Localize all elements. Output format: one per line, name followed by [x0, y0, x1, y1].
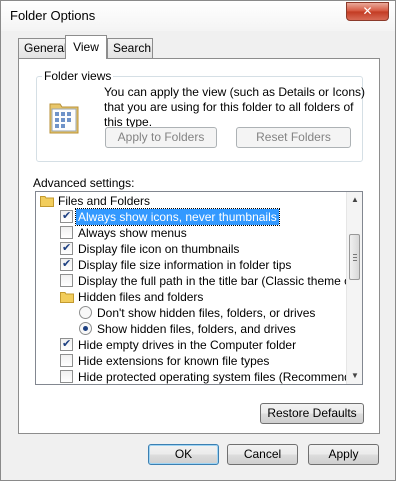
tab-general-label: General — [24, 41, 67, 55]
tab-view[interactable]: View — [65, 35, 107, 59]
tab-search[interactable]: Search — [107, 38, 153, 59]
setting-hide-protected-files[interactable]: Hide protected operating system files (R… — [36, 369, 347, 384]
setting-label: Display file size information in folder … — [78, 258, 292, 272]
display-file-icon-checkbox[interactable] — [60, 240, 73, 256]
tab-search-label: Search — [113, 41, 152, 55]
tree-item-label: Files and Folders — [58, 194, 151, 208]
always-show-icons-checkbox[interactable] — [60, 208, 73, 224]
folder-views-group: Folder views You can apply the view (suc… — [36, 69, 365, 162]
title-bar[interactable]: Folder Options ✕ — [1, 1, 395, 31]
tree-item-files-and-folders: Files and Folders — [36, 193, 347, 209]
folder-icon — [60, 292, 74, 303]
tree-item-hidden-files: Hidden files and folders — [36, 289, 347, 305]
hide-empty-drives-checkbox[interactable] — [60, 336, 73, 352]
apply-label: Apply — [328, 447, 359, 461]
reset-folders-button[interactable]: Reset Folders — [236, 127, 351, 148]
setting-label: Hide empty drives in the Computer folder — [78, 338, 297, 352]
apply-button[interactable]: Apply — [308, 444, 379, 465]
apply-to-folders-button[interactable]: Apply to Folders — [105, 127, 217, 148]
folder-options-dialog: Folder Options ✕ General View Search Fol… — [0, 0, 396, 481]
setting-label: Don't show hidden files, folders, or dri… — [97, 306, 316, 320]
folder-views-description: You can apply the view (such as Details … — [104, 85, 366, 129]
view-tab-panel: Folder views You can apply the view (suc… — [18, 58, 380, 434]
apply-to-folders-label: Apply to Folders — [117, 130, 205, 144]
setting-label: Show hidden files, folders, and drives — [97, 322, 296, 336]
setting-hide-empty-drives[interactable]: Hide empty drives in the Computer folder — [36, 336, 347, 353]
tree-scrollbar[interactable]: ▲ ▼ — [346, 192, 362, 384]
setting-display-file-icon[interactable]: Display file icon on thumbnails — [36, 240, 347, 257]
setting-label: Always show icons, never thumbnails — [75, 208, 280, 226]
advanced-settings-tree[interactable]: Files and Folders Always show icons, nev… — [35, 191, 363, 385]
display-full-path-checkbox[interactable] — [60, 274, 73, 287]
advanced-settings-title: Advanced settings: — [33, 176, 135, 190]
ok-button[interactable]: OK — [148, 444, 219, 465]
setting-label: Display the full path in the title bar (… — [78, 274, 347, 288]
hide-extensions-checkbox[interactable] — [60, 354, 73, 367]
setting-show-hidden[interactable]: Show hidden files, folders, and drives — [36, 321, 347, 337]
folder-view-icon — [49, 103, 79, 134]
scroll-thumb[interactable] — [349, 234, 360, 280]
close-button[interactable]: ✕ — [346, 2, 389, 21]
folder-icon — [40, 196, 54, 207]
cancel-label: Cancel — [243, 447, 282, 461]
setting-display-file-size[interactable]: Display file size information in folder … — [36, 256, 347, 273]
folder-views-title: Folder views — [42, 69, 114, 83]
close-icon: ✕ — [362, 4, 373, 18]
dont-show-hidden-radio[interactable] — [79, 306, 92, 319]
setting-always-show-menus[interactable]: Always show menus — [36, 225, 347, 241]
hide-protected-files-checkbox[interactable] — [60, 370, 73, 383]
setting-label: Hide extensions for known file types — [78, 354, 270, 368]
display-file-size-checkbox[interactable] — [60, 256, 73, 272]
setting-always-show-icons[interactable]: Always show icons, never thumbnails — [36, 208, 347, 226]
always-show-menus-checkbox[interactable] — [60, 226, 73, 239]
tab-view-label: View — [73, 40, 99, 54]
tree-item-label: Hidden files and folders — [78, 290, 204, 304]
tab-general[interactable]: General — [18, 38, 67, 59]
show-hidden-radio[interactable] — [79, 322, 92, 335]
advanced-settings-list: Files and Folders Always show icons, nev… — [36, 192, 347, 384]
setting-dont-show-hidden[interactable]: Don't show hidden files, folders, or dri… — [36, 305, 347, 321]
setting-hide-extensions[interactable]: Hide extensions for known file types — [36, 353, 347, 369]
setting-display-full-path[interactable]: Display the full path in the title bar (… — [36, 273, 347, 289]
scroll-up-icon[interactable]: ▲ — [347, 192, 362, 208]
setting-label: Display file icon on thumbnails — [78, 242, 240, 256]
window-title: Folder Options — [10, 8, 96, 23]
scroll-down-icon[interactable]: ▼ — [347, 368, 362, 384]
reset-folders-label: Reset Folders — [256, 130, 331, 144]
cancel-button[interactable]: Cancel — [227, 444, 298, 465]
setting-label: Hide protected operating system files (R… — [78, 370, 347, 384]
setting-label: Always show menus — [78, 226, 187, 240]
restore-defaults-button[interactable]: Restore Defaults — [260, 403, 364, 424]
restore-defaults-label: Restore Defaults — [267, 406, 357, 420]
ok-label: OK — [174, 447, 193, 461]
